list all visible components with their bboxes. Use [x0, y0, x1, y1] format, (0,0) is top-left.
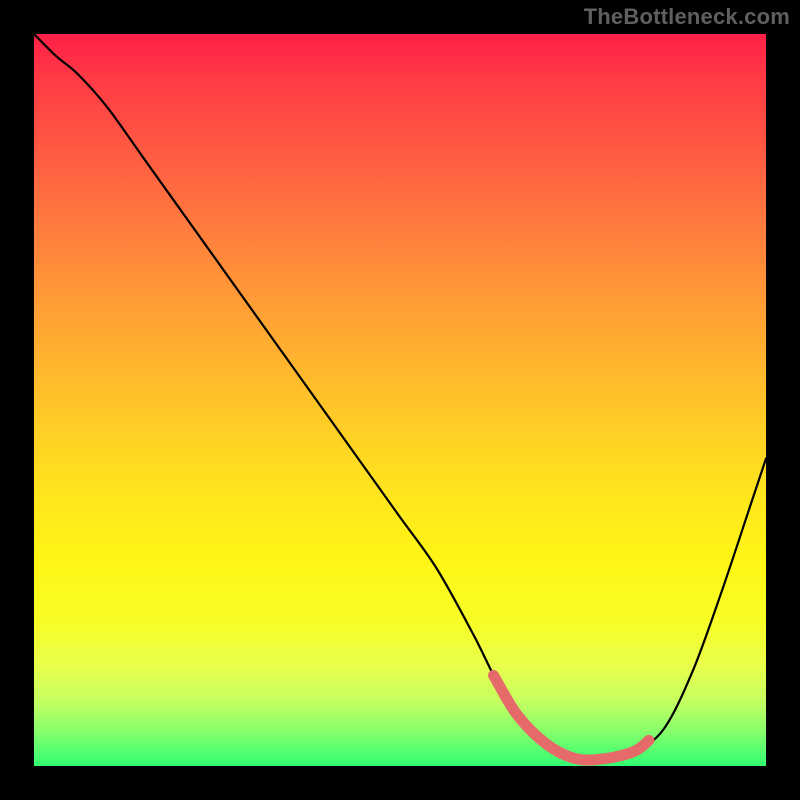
- watermark-text: TheBottleneck.com: [584, 4, 790, 30]
- plot-area: [34, 34, 766, 766]
- bottleneck-curve: [34, 34, 766, 766]
- chart-frame: TheBottleneck.com: [0, 0, 800, 800]
- valley-highlight: [34, 34, 766, 766]
